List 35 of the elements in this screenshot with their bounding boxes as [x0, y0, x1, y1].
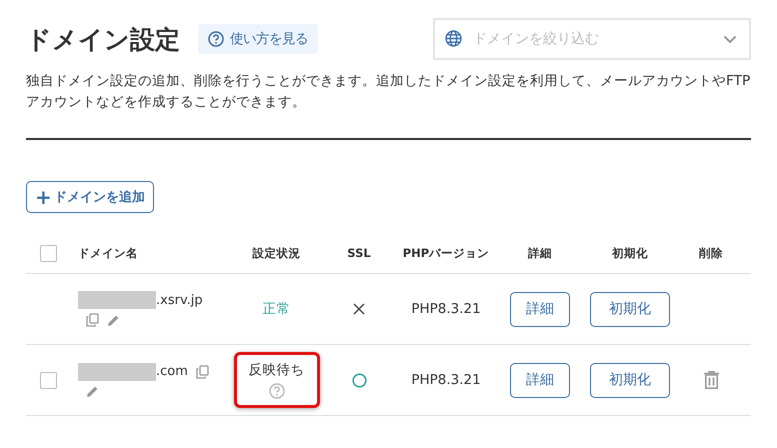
column-header: 削除 [699, 246, 723, 260]
details-button[interactable]: 詳細 [510, 292, 570, 326]
cross-icon [353, 303, 365, 315]
column-header: PHPバージョン [402, 246, 490, 260]
pencil-icon[interactable] [86, 384, 99, 398]
status-text: 反映待ち [248, 361, 304, 379]
domain-name: .xsrv.jp [156, 292, 203, 308]
circle-icon [352, 372, 366, 388]
php-version: PHP8.3.21 [411, 301, 481, 317]
checkbox[interactable] [40, 244, 56, 262]
add-domain-button[interactable]: +ドメインを追加 [26, 181, 154, 213]
page-title: ドメイン設定 [26, 24, 180, 56]
help-link[interactable]: 使い方を見る [198, 24, 318, 54]
reset-button[interactable]: 初期化 [590, 362, 670, 398]
pencil-icon[interactable] [107, 314, 120, 326]
copy-icon[interactable] [196, 364, 209, 378]
domain-name: .com [156, 364, 188, 379]
reset-button[interactable]: 初期化 [590, 292, 670, 326]
column-header: 設定状況 [252, 246, 300, 260]
chevron-down-icon [723, 35, 737, 44]
column-header: 初期化 [612, 246, 648, 260]
help-icon [268, 383, 284, 399]
checkbox[interactable] [40, 372, 56, 388]
copy-icon[interactable] [86, 313, 99, 327]
details-button[interactable]: 詳細 [510, 362, 570, 398]
globe-icon [445, 30, 462, 47]
column-header: SSL [347, 246, 371, 260]
column-header: 詳細 [528, 246, 552, 260]
help-icon [208, 31, 224, 47]
trash-icon[interactable] [704, 371, 718, 389]
status-text: 正常 [262, 300, 290, 318]
php-version: PHP8.3.21 [411, 372, 481, 388]
description-text: 独自ドメイン設定の追加、削除を行うことができます。追加したドメイン設定を利用して、メールアカウントやFTPアカウントなどを作成することができます。 [26, 72, 751, 112]
domain-filter-dropdown[interactable]: ドメインを絞り込む [433, 18, 751, 60]
column-header: ドメイン名 [78, 246, 138, 260]
